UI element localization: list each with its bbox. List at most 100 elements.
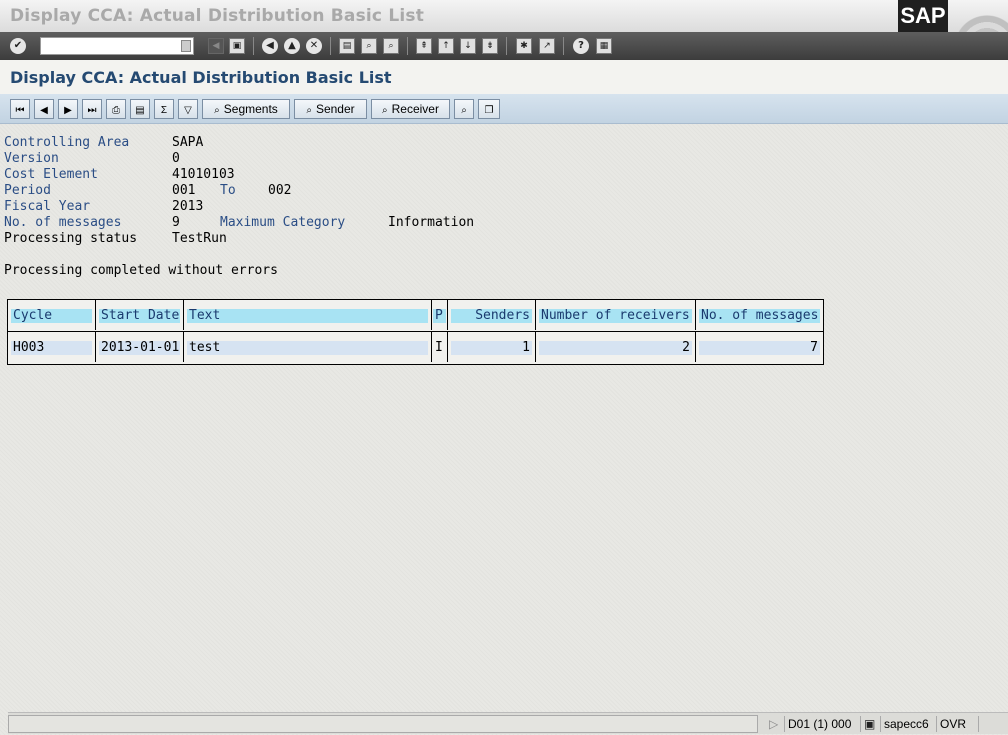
status-expand-icon[interactable]: ▷	[766, 716, 781, 732]
table-cell-cycle[interactable]: H003	[8, 332, 96, 362]
column-header-no-of-messages[interactable]: No. of messages	[696, 300, 823, 330]
application-toolbar: ⏮ ◀ ▶ ⏭ ⎙ ▤ Σ ▽ ⌕ Segments ⌕ Sender ⌕ Recei…	[0, 94, 1008, 124]
table-cell-start-date[interactable]: 2013-01-01	[96, 332, 184, 362]
controlling-area-label: Controlling Area	[4, 135, 130, 150]
column-header-text[interactable]: Text	[184, 300, 432, 330]
previous-icon: ◀	[40, 105, 48, 116]
sender-label: Sender	[315, 102, 355, 116]
table-cell-senders[interactable]: 1	[448, 332, 536, 362]
processing-status-value: TestRun	[172, 231, 227, 246]
table-cell-messages[interactable]: 7	[696, 332, 823, 362]
magnifier-icon: ⌕	[382, 105, 388, 116]
sigma-icon: Σ	[160, 105, 168, 116]
magnifier-icon: ⌕	[461, 105, 467, 116]
toolbar-separator	[506, 37, 507, 55]
fiscal-year-label: Fiscal Year	[4, 199, 91, 214]
status-server: sapecc6	[880, 716, 932, 732]
next-item-button[interactable]: ▶	[58, 99, 78, 119]
segments-label: Segments	[223, 102, 278, 116]
help-icon[interactable]: ?	[573, 38, 589, 54]
first-page-icon[interactable]: ⇞	[416, 38, 432, 54]
max-category-label: Maximum Category	[220, 215, 346, 230]
list-filter-icon: ▤	[135, 105, 145, 116]
screen-title-bar: Display CCA: Actual Distribution Basic L…	[0, 60, 1008, 94]
next-page-icon[interactable]: ↓	[460, 38, 476, 54]
column-header-senders[interactable]: Senders	[448, 300, 536, 330]
print-icon[interactable]: ▤	[339, 38, 355, 54]
exit-icon[interactable]: ▲	[284, 38, 300, 54]
max-category-value: Information	[388, 215, 475, 230]
filter-button[interactable]: ▽	[178, 99, 198, 119]
resize-grip-icon[interactable]	[978, 716, 1006, 732]
copy-button[interactable]: ❐	[478, 99, 500, 119]
last-icon: ⏭	[87, 105, 97, 116]
copy-icon: ❐	[484, 105, 494, 116]
next-icon: ▶	[64, 105, 72, 116]
column-header-start-date[interactable]: Start Date	[96, 300, 184, 330]
messages-count-label: No. of messages	[4, 215, 122, 230]
first-item-button[interactable]: ⏮	[10, 99, 30, 119]
detail-button[interactable]: ⌕	[454, 99, 474, 119]
status-system: D01 (1) 000	[784, 716, 854, 732]
enter-icon[interactable]: ✔	[10, 38, 26, 54]
version-label: Version	[4, 151, 59, 166]
screen-title: Display CCA: Actual Distribution Basic L…	[10, 68, 392, 87]
status-message-area	[8, 715, 758, 733]
period-to-value: 002	[268, 183, 292, 198]
status-mode[interactable]: OVR	[936, 716, 969, 732]
last-page-icon[interactable]: ⇟	[482, 38, 498, 54]
column-header-cycle[interactable]: Cycle	[8, 300, 96, 330]
cancel-icon[interactable]: ✕	[306, 38, 322, 54]
cost-element-label: Cost Element	[4, 167, 98, 182]
table-cell-receivers[interactable]: 2	[536, 332, 696, 362]
funnel-icon: ▽	[184, 105, 192, 116]
segments-button[interactable]: ⌕ Segments	[202, 99, 290, 119]
completion-message: Processing completed without errors	[4, 263, 278, 278]
system-info-icon[interactable]: ▣	[860, 716, 878, 732]
version-value: 0	[172, 151, 180, 166]
column-header-number-of-receivers[interactable]: Number of receivers	[536, 300, 696, 330]
back-icon[interactable]: ◀	[262, 38, 278, 54]
processing-status-label: Processing status	[4, 231, 138, 246]
period-label: Period	[4, 183, 51, 198]
table-cell-p[interactable]: I	[432, 332, 448, 362]
filter-list-button[interactable]: ▤	[130, 99, 150, 119]
controlling-area-value: SAPA	[172, 135, 204, 150]
column-header-p[interactable]: P	[432, 300, 448, 330]
sum-button[interactable]: Σ	[154, 99, 174, 119]
last-item-button[interactable]: ⏭	[82, 99, 102, 119]
toolbar-separator	[407, 37, 408, 55]
distribution-table: Cycle Start Date Text P Senders Number o…	[7, 299, 824, 365]
previous-item-button[interactable]: ◀	[34, 99, 54, 119]
table-cell-text[interactable]: test	[184, 332, 432, 362]
sender-button[interactable]: ⌕ Sender	[294, 99, 367, 119]
toolbar-separator	[253, 37, 254, 55]
period-from-value: 001	[172, 183, 196, 198]
first-icon: ⏮	[15, 105, 25, 116]
sap-logo: SAP	[898, 0, 948, 32]
status-bar: ▷ D01 (1) 000 ▣ sapecc6 OVR	[8, 712, 1008, 734]
receiver-label: Receiver	[391, 102, 439, 116]
new-session-icon[interactable]: ✱	[516, 38, 532, 54]
find-next-icon[interactable]: ⌕	[383, 38, 399, 54]
toolbar-separator	[330, 37, 331, 55]
window-title-bar: Display CCA: Actual Distribution Basic L…	[0, 0, 1008, 60]
shortcut-icon[interactable]: ↗	[539, 38, 555, 54]
period-to-label: To	[220, 183, 236, 198]
prev-page-icon[interactable]: ↑	[438, 38, 454, 54]
back-arrow-disabled-icon: ◀	[208, 38, 224, 54]
printer-icon: ⎙	[112, 105, 120, 116]
toolbar-separator	[563, 37, 564, 55]
customize-layout-icon[interactable]: ▦	[596, 38, 612, 54]
cost-element-value: 41010103	[172, 167, 235, 182]
print-button[interactable]: ⎙	[106, 99, 126, 119]
find-icon[interactable]: ⌕	[361, 38, 377, 54]
command-field-history-icon[interactable]	[181, 40, 191, 52]
magnifier-icon: ⌕	[214, 105, 220, 116]
messages-count-value: 9	[172, 215, 180, 230]
system-toolbar: ✔ ◀ ▣ ◀ ▲ ✕ ▤ ⌕ ⌕ ⇞ ↑ ↓ ⇟ ✱ ↗ ? ▦	[0, 32, 1008, 60]
save-icon[interactable]: ▣	[229, 38, 245, 54]
window-title: Display CCA: Actual Distribution Basic L…	[10, 6, 425, 26]
receiver-button[interactable]: ⌕ Receiver	[371, 99, 450, 119]
command-field[interactable]	[40, 37, 194, 55]
